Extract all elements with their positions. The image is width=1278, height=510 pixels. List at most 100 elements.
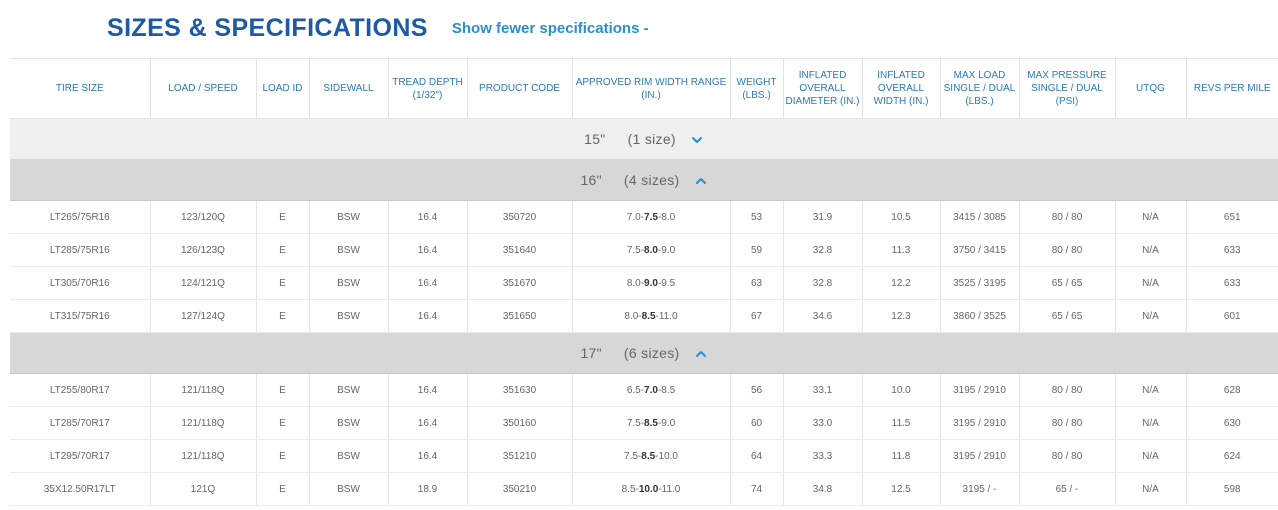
cell-weight: 64 <box>730 439 784 473</box>
cell-revs: 624 <box>1186 439 1278 473</box>
cell-weight: 56 <box>730 373 784 407</box>
size-group-header[interactable]: 16" (4 sizes) <box>10 159 1278 201</box>
cell-width: 11.3 <box>862 233 941 267</box>
table-row: LT255/80R17 121/118Q E BSW 16.4 351630 6.5-7.0… <box>10 373 1278 407</box>
cell-sidewall: BSW <box>309 406 389 440</box>
cell-product-code: 351630 <box>467 373 573 407</box>
page-title: SIZES & SPECIFICATIONS <box>107 13 428 42</box>
rim-min: 7.5- <box>626 244 645 256</box>
cell-load-id: E <box>256 472 310 506</box>
cell-sidewall: BSW <box>309 472 389 506</box>
cell-utqg: N/A <box>1115 472 1187 506</box>
cell-product-code: 350160 <box>467 406 573 440</box>
column-header: WEIGHT (LBS.) <box>730 58 784 119</box>
chevron-down-icon[interactable] <box>690 135 704 145</box>
cell-max-load: 3415 / 3085 <box>940 200 1020 234</box>
size-group-header[interactable]: 15" (1 size) <box>10 118 1278 160</box>
table-row: LT315/75R16 127/124Q E BSW 16.4 351650 8.0-8.5… <box>10 299 1278 333</box>
size-group-toggle[interactable]: 15" (1 size) <box>10 118 1278 160</box>
cell-tire-size: LT285/70R17 <box>10 406 151 440</box>
cell-diameter: 34.6 <box>783 299 863 333</box>
rim-max: -9.0 <box>657 244 676 256</box>
column-header: MAX PRESSURE SINGLE / DUAL (PSI) <box>1019 58 1116 119</box>
cell-max-load: 3195 / 2910 <box>940 406 1020 440</box>
column-header: SIDEWALL <box>309 58 389 119</box>
cell-load-speed: 121/118Q <box>150 373 257 407</box>
cell-diameter: 33.0 <box>783 406 863 440</box>
cell-width: 10.5 <box>862 200 941 234</box>
cell-max-load: 3195 / 2910 <box>940 373 1020 407</box>
cell-load-id: E <box>256 373 310 407</box>
show-fewer-specifications-link[interactable]: Show fewer specifications - <box>452 20 649 37</box>
cell-utqg: N/A <box>1115 233 1187 267</box>
rim-min: 8.5- <box>621 483 639 495</box>
cell-tread-depth: 16.4 <box>388 439 468 473</box>
cell-max-load: 3750 / 3415 <box>940 233 1020 267</box>
cell-sidewall: BSW <box>309 200 389 234</box>
cell-width: 12.2 <box>862 266 941 300</box>
rim-mid: 9.0 <box>644 277 658 289</box>
group-rim-size: 16" <box>580 172 602 188</box>
rim-min: 8.0- <box>624 310 642 322</box>
rim-min: 7.0- <box>626 211 645 223</box>
cell-load-id: E <box>256 299 310 333</box>
cell-diameter: 33.1 <box>783 373 863 407</box>
cell-product-code: 351670 <box>467 266 573 300</box>
cell-diameter: 32.8 <box>783 233 863 267</box>
cell-weight: 74 <box>730 472 784 506</box>
cell-product-code: 351640 <box>467 233 573 267</box>
rim-max: -10.0 <box>655 450 678 462</box>
cell-width: 11.8 <box>862 439 941 473</box>
chevron-up-icon[interactable] <box>694 349 708 359</box>
cell-rim-width-range: 7.0-7.5-8.0 <box>572 200 731 234</box>
cell-load-id: E <box>256 439 310 473</box>
cell-rim-width-range: 6.5-7.0-8.5 <box>572 373 731 407</box>
specifications-table-wrapper: TIRE SIZE LOAD / SPEED LOAD ID SIDEWALL TREA… <box>10 58 1278 506</box>
cell-max-pressure: 80 / 80 <box>1019 439 1116 473</box>
column-header: LOAD / SPEED <box>150 58 257 119</box>
cell-rim-width-range: 8.0-8.5-11.0 <box>572 299 731 333</box>
cell-rim-width-range: 7.5-8.5-9.0 <box>572 406 731 440</box>
cell-diameter: 33.3 <box>783 439 863 473</box>
group-size-count: (4 sizes) <box>623 172 680 188</box>
rim-min: 6.5- <box>626 384 645 396</box>
column-header: MAX LOAD SINGLE / DUAL (LBS.) <box>940 58 1020 119</box>
cell-max-pressure: 65 / 65 <box>1019 266 1116 300</box>
size-group-header[interactable]: 17" (6 sizes) <box>10 332 1278 374</box>
rim-max: -11.0 <box>658 483 681 495</box>
group-rim-size: 17" <box>580 345 602 361</box>
table-row: LT285/75R16 126/123Q E BSW 16.4 351640 7.5-8.0… <box>10 233 1278 267</box>
cell-tread-depth: 18.9 <box>388 472 468 506</box>
cell-product-code: 350210 <box>467 472 573 506</box>
chevron-up-icon[interactable] <box>694 176 708 186</box>
cell-tread-depth: 16.4 <box>388 233 468 267</box>
rim-max: -8.0 <box>657 211 676 223</box>
rim-max: -11.0 <box>655 310 678 322</box>
cell-diameter: 32.8 <box>783 266 863 300</box>
table-row: 35X12.50R17LT 121Q E BSW 18.9 350210 8.5-10.0-… <box>10 472 1278 506</box>
cell-tire-size: LT315/75R16 <box>10 299 151 333</box>
cell-diameter: 34.8 <box>783 472 863 506</box>
size-group-toggle[interactable]: 16" (4 sizes) <box>10 159 1278 201</box>
cell-weight: 60 <box>730 406 784 440</box>
rim-max: -9.5 <box>657 277 676 289</box>
column-header: APPROVED RIM WIDTH RANGE (IN.) <box>572 58 731 119</box>
cell-max-load: 3525 / 3195 <box>940 266 1020 300</box>
rim-mid: 8.0 <box>644 244 658 256</box>
cell-load-speed: 123/120Q <box>150 200 257 234</box>
cell-load-speed: 121/118Q <box>150 439 257 473</box>
group-rim-size: 15" <box>584 131 606 147</box>
cell-tread-depth: 16.4 <box>388 200 468 234</box>
cell-load-speed: 121/118Q <box>150 406 257 440</box>
cell-load-id: E <box>256 200 310 234</box>
column-header: LOAD ID <box>256 58 310 119</box>
cell-tire-size: LT305/70R16 <box>10 266 151 300</box>
page-header: SIZES & SPECIFICATIONS Show fewer specif… <box>107 10 649 46</box>
table-row: LT265/75R16 123/120Q E BSW 16.4 350720 7.0-7.5… <box>10 200 1278 234</box>
cell-revs: 598 <box>1186 472 1278 506</box>
cell-tire-size: LT285/75R16 <box>10 233 151 267</box>
cell-rim-width-range: 7.5-8.0-9.0 <box>572 233 731 267</box>
table-body: 15" (1 size) 16" (4 sizes) LT265/75R16 123/12… <box>10 118 1278 506</box>
table-row: LT295/70R17 121/118Q E BSW 16.4 351210 7.5-8.5… <box>10 439 1278 473</box>
size-group-toggle[interactable]: 17" (6 sizes) <box>10 332 1278 374</box>
